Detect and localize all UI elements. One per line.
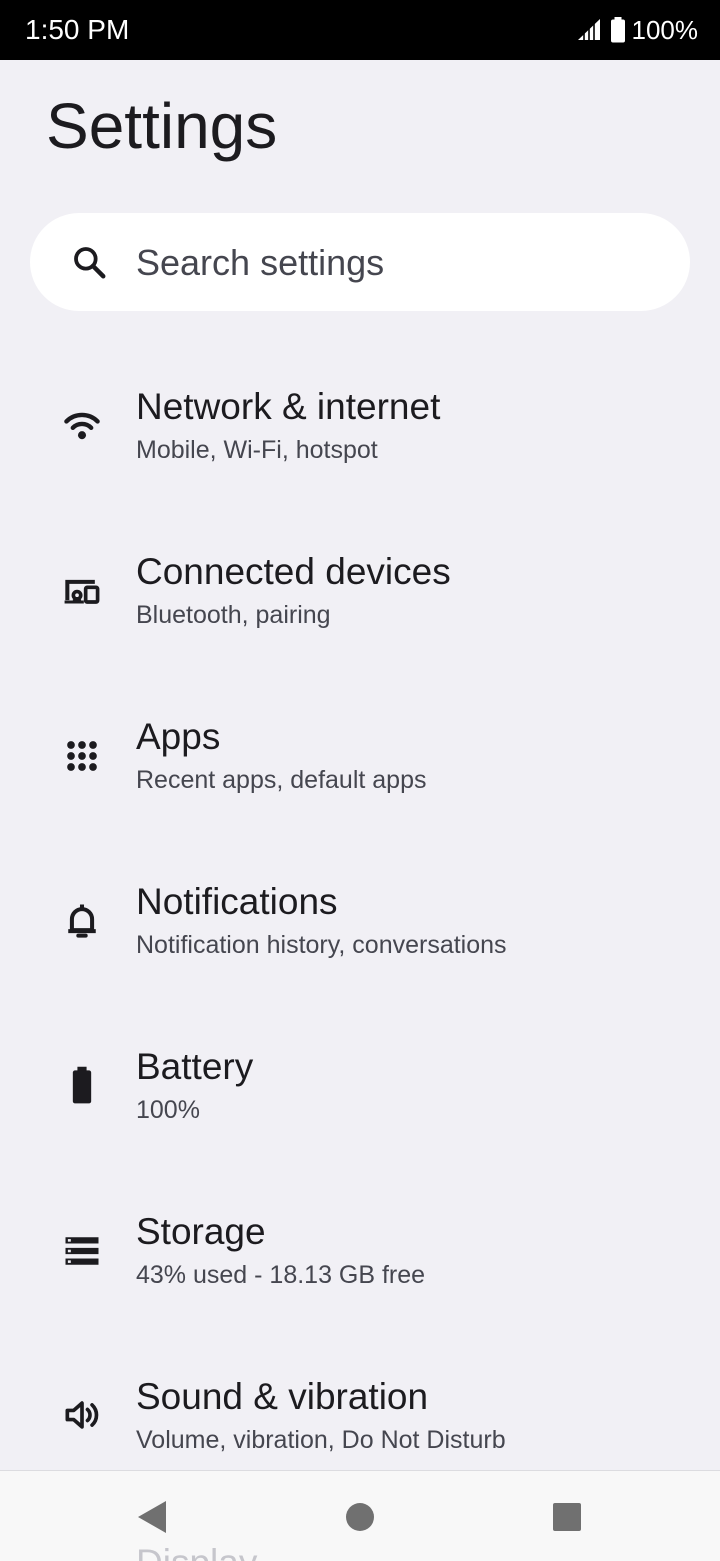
navigation-bar: Display	[0, 1470, 720, 1561]
battery-full-icon	[610, 17, 626, 43]
item-title: Storage	[136, 1211, 266, 1252]
page-title: Settings	[46, 90, 278, 162]
bell-icon	[60, 899, 104, 943]
status-time: 1:50 PM	[25, 14, 130, 45]
devices-icon	[60, 569, 104, 613]
item-title: Connected devices	[136, 551, 451, 592]
item-summary: 43% used - 18.13 GB free	[136, 1261, 426, 1289]
item-title: Sound & vibration	[136, 1376, 429, 1417]
item-summary: 100%	[136, 1096, 200, 1124]
item-summary: Notification history, conversations	[136, 931, 507, 959]
back-triangle-icon[interactable]	[132, 1497, 172, 1537]
item-title: Apps	[136, 716, 221, 757]
item-title: Battery	[136, 1046, 254, 1087]
cell-signal-icon	[576, 18, 602, 42]
item-title: Notifications	[136, 881, 338, 922]
item-summary: Bluetooth, pairing	[136, 601, 331, 629]
settings-item-storage[interactable]: Storage 43% used - 18.13 GB free	[0, 1170, 720, 1335]
search-icon[interactable]	[70, 243, 108, 281]
search-placeholder[interactable]: Search settings	[136, 241, 384, 285]
wifi-icon	[60, 404, 104, 448]
home-circle-icon[interactable]	[340, 1497, 380, 1537]
speaker-icon	[60, 1393, 104, 1437]
status-indicators: 100%	[576, 13, 699, 47]
storage-icon	[60, 1229, 104, 1273]
settings-item-apps[interactable]: Apps Recent apps, default apps	[0, 675, 720, 840]
settings-item-network[interactable]: Network & internet Mobile, Wi-Fi, hotspo…	[0, 345, 720, 510]
recents-square-icon[interactable]	[547, 1497, 587, 1537]
settings-item-notifications[interactable]: Notifications Notification history, conv…	[0, 840, 720, 1005]
battery-icon	[60, 1064, 104, 1108]
item-summary: Mobile, Wi-Fi, hotspot	[136, 436, 378, 464]
item-summary: Volume, vibration, Do Not Disturb	[136, 1426, 506, 1454]
battery-percent: 100%	[631, 15, 699, 45]
settings-item-display-peek[interactable]: Display	[136, 1541, 257, 1561]
item-summary: Recent apps, default apps	[136, 766, 427, 794]
apps-grid-icon	[60, 734, 104, 778]
item-title: Network & internet	[136, 386, 441, 427]
status-bar: 1:50 PM 100%	[0, 0, 720, 60]
settings-item-battery[interactable]: Battery 100%	[0, 1005, 720, 1170]
settings-item-connected-devices[interactable]: Connected devices Bluetooth, pairing	[0, 510, 720, 675]
